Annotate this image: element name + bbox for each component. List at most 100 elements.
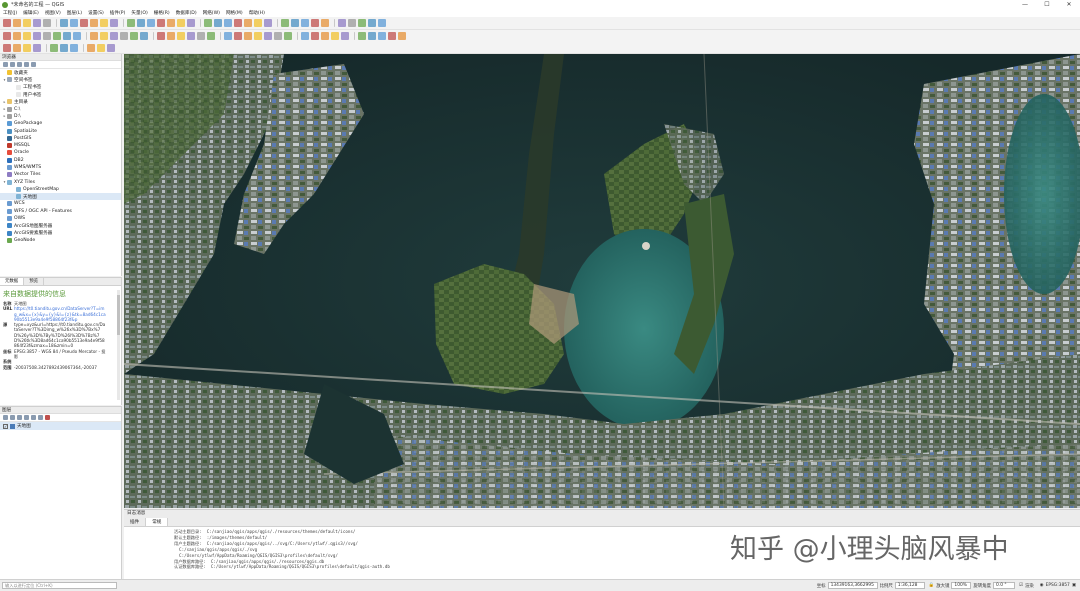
expand-all-icon[interactable] bbox=[31, 415, 36, 420]
toolbar-tool-icon[interactable] bbox=[137, 19, 145, 27]
toolbar-tool-icon[interactable] bbox=[388, 32, 396, 40]
toolbar-tool-icon[interactable] bbox=[254, 19, 262, 27]
browser-item[interactable]: DB2 bbox=[0, 157, 121, 164]
toolbar-tool-icon[interactable] bbox=[60, 43, 68, 52]
metadata-link[interactable]: https://t0.tianditu.gov.cn/DataServer?T=… bbox=[14, 306, 106, 322]
tab-plugins[interactable]: 插件 bbox=[124, 518, 147, 526]
toolbar-tool-icon[interactable] bbox=[254, 32, 262, 40]
toolbar-tool-icon[interactable] bbox=[234, 19, 242, 27]
toolbar-tool-icon[interactable] bbox=[50, 43, 58, 52]
toolbar-tool-icon[interactable] bbox=[23, 32, 31, 40]
browser-item[interactable]: ▸ 主目录 bbox=[0, 98, 121, 105]
menu-settings[interactable]: 设置(S) bbox=[88, 10, 104, 16]
menu-project[interactable]: 工程(J) bbox=[3, 10, 17, 16]
browser-item[interactable]: Oracle bbox=[0, 149, 121, 156]
toolbar-tool-icon[interactable] bbox=[341, 32, 349, 40]
browser-item[interactable]: ▸ C:\ bbox=[0, 105, 121, 112]
minimize-button[interactable]: — bbox=[1014, 0, 1036, 9]
toolbar-tool-icon[interactable] bbox=[348, 19, 356, 27]
toolbar-tool-icon[interactable] bbox=[368, 32, 376, 40]
toolbar-tool-icon[interactable] bbox=[274, 32, 282, 40]
maximize-button[interactable]: ☐ bbox=[1036, 0, 1058, 9]
menu-raster[interactable]: 栅格(R) bbox=[154, 10, 170, 16]
toolbar-tool-icon[interactable] bbox=[284, 32, 292, 40]
toolbar-tool-icon[interactable] bbox=[244, 19, 252, 27]
toolbar-tool-icon[interactable] bbox=[87, 43, 95, 52]
browser-item[interactable]: 收藏夹 bbox=[0, 69, 121, 76]
browser-item[interactable]: ArcGIS地图服务器 bbox=[0, 222, 121, 229]
toolbar-tool-icon[interactable] bbox=[53, 32, 61, 40]
layer-row[interactable]: ✓ 天地图 bbox=[0, 422, 121, 430]
magnifier-field[interactable]: 100% bbox=[951, 582, 972, 589]
render-checkbox[interactable]: ☑ bbox=[1019, 583, 1023, 588]
scale-field[interactable]: 1:36,128 bbox=[894, 582, 925, 589]
style-icon[interactable] bbox=[3, 415, 8, 420]
toolbar-tool-icon[interactable] bbox=[311, 19, 319, 27]
browser-item[interactable]: PostGIS bbox=[0, 135, 121, 142]
toolbar-tool-icon[interactable] bbox=[63, 32, 71, 40]
menu-database[interactable]: 数据库(D) bbox=[176, 10, 197, 16]
browser-item[interactable]: WMS/WMTS bbox=[0, 164, 121, 171]
browser-item[interactable]: 天地图 bbox=[0, 193, 121, 201]
browser-item[interactable]: ▾ XYZ Tiles bbox=[0, 178, 121, 185]
toolbar-tool-icon[interactable] bbox=[177, 32, 185, 40]
menu-mesh[interactable]: 网格(M) bbox=[226, 10, 243, 16]
browser-item[interactable]: WFS / OGC API - Features bbox=[0, 208, 121, 215]
toolbar-tool-icon[interactable] bbox=[90, 32, 98, 40]
browser-item[interactable]: 用户书签 bbox=[0, 91, 121, 98]
toolbar-tool-icon[interactable] bbox=[60, 19, 68, 27]
toolbar-tool-icon[interactable] bbox=[197, 32, 205, 40]
toolbar-tool-icon[interactable] bbox=[224, 32, 232, 40]
toolbar-tool-icon[interactable] bbox=[3, 19, 11, 27]
toolbar-tool-icon[interactable] bbox=[90, 19, 98, 27]
toolbar-tool-icon[interactable] bbox=[398, 32, 406, 40]
toolbar-tool-icon[interactable] bbox=[33, 32, 41, 40]
toolbar-tool-icon[interactable] bbox=[321, 19, 329, 27]
toolbar-tool-icon[interactable] bbox=[204, 19, 212, 27]
toolbar-tool-icon[interactable] bbox=[157, 19, 165, 27]
toolbar-tool-icon[interactable] bbox=[33, 19, 41, 27]
messages-icon[interactable]: ▣ bbox=[1072, 583, 1076, 588]
menu-vector[interactable]: 矢量(O) bbox=[131, 10, 147, 16]
lock-icon[interactable]: 🔒 bbox=[929, 583, 934, 588]
toolbar-tool-icon[interactable] bbox=[291, 19, 299, 27]
toolbar-tool-icon[interactable] bbox=[177, 19, 185, 27]
toolbar-tool-icon[interactable] bbox=[338, 19, 346, 27]
close-button[interactable]: ✕ bbox=[1058, 0, 1080, 9]
toolbar-tool-icon[interactable] bbox=[140, 32, 148, 40]
toolbar-tool-icon[interactable] bbox=[157, 32, 165, 40]
filter-legend-icon[interactable] bbox=[24, 415, 29, 420]
tab-metadata[interactable]: 元数据 bbox=[0, 278, 25, 285]
browser-item[interactable]: WCS bbox=[0, 200, 121, 207]
menu-layer[interactable]: 图层(L) bbox=[67, 10, 82, 16]
browser-item[interactable]: MSSQL bbox=[0, 142, 121, 149]
toolbar-tool-icon[interactable] bbox=[100, 32, 108, 40]
menu-plugins[interactable]: 插件(P) bbox=[110, 10, 126, 16]
toolbar-tool-icon[interactable] bbox=[187, 19, 195, 27]
coordinate-field[interactable]: 13439163,3662995 bbox=[827, 582, 878, 589]
browser-item[interactable]: Vector Tiles bbox=[0, 171, 121, 178]
menu-view[interactable]: 视图(V) bbox=[45, 10, 61, 16]
browser-item[interactable]: OpenStreetMap bbox=[0, 186, 121, 193]
browser-item[interactable]: ArcGIS要素服务器 bbox=[0, 230, 121, 237]
menu-edit[interactable]: 编辑(E) bbox=[23, 10, 39, 16]
browser-item[interactable]: ▸ D:\ bbox=[0, 113, 121, 120]
tab-preview[interactable]: 预览 bbox=[24, 278, 44, 285]
menu-help[interactable]: 帮助(H) bbox=[249, 10, 265, 16]
properties-icon[interactable] bbox=[24, 62, 29, 67]
remove-layer-icon[interactable] bbox=[45, 415, 50, 420]
toolbar-tool-icon[interactable] bbox=[23, 19, 31, 27]
toolbar-tool-icon[interactable] bbox=[73, 32, 81, 40]
browser-item[interactable]: GeoNode bbox=[0, 237, 121, 244]
metadata-scrollbar[interactable] bbox=[117, 290, 120, 400]
locator-search-input[interactable]: 输入以进行定位 (Ctrl+K) bbox=[2, 582, 117, 589]
toolbar-tool-icon[interactable] bbox=[311, 32, 319, 40]
toolbar-tool-icon[interactable] bbox=[110, 19, 118, 27]
toolbar-tool-icon[interactable] bbox=[43, 19, 51, 27]
toolbar-tool-icon[interactable] bbox=[13, 19, 21, 27]
toolbar-tool-icon[interactable] bbox=[33, 43, 41, 52]
toolbar-tool-icon[interactable] bbox=[358, 32, 366, 40]
toolbar-tool-icon[interactable] bbox=[97, 43, 105, 52]
toolbar-tool-icon[interactable] bbox=[120, 32, 128, 40]
toolbar-tool-icon[interactable] bbox=[147, 19, 155, 27]
